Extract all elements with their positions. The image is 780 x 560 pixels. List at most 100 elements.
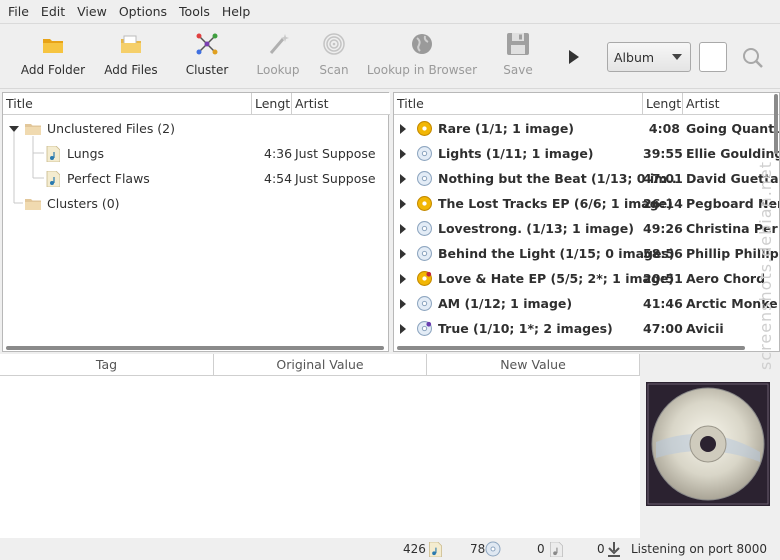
album-view-select-value: Album: [614, 49, 655, 65]
album-title: Rare (1/1; 1 image): [438, 121, 575, 136]
album-row[interactable]: Rare (1/1; 1 image) 4:08 Going Quantu: [394, 116, 779, 141]
album-row[interactable]: The Lost Tracks EP (6/6; 1 image) 26:14 Pe…: [394, 191, 779, 216]
tree-guides: [13, 132, 44, 204]
album-title: Behind the Light (1/15; 0 images): [438, 246, 675, 261]
search-input[interactable]: [699, 42, 727, 72]
add-folder-label: Add Folder: [20, 63, 86, 77]
album-cd-icon: [417, 146, 432, 161]
file-length: 4:54: [264, 171, 293, 186]
menu-tools[interactable]: Tools: [173, 4, 216, 19]
column-header-title[interactable]: Title: [3, 93, 252, 115]
album-row[interactable]: Nothing but the Beat (1/13; 0 im... 47:01…: [394, 166, 779, 191]
horizontal-scrollbar[interactable]: [397, 346, 745, 350]
album-row[interactable]: AM (1/12; 1 image) 41:46 Arctic Monke: [394, 291, 779, 316]
album-row[interactable]: Lights (1/11; 1 image) 39:55 Ellie Gouldin…: [394, 141, 779, 166]
lookup-button[interactable]: Lookup: [252, 31, 304, 85]
file-tree-pane: Title Lengt Artist Unclustered Files (2)…: [2, 92, 390, 352]
magic-wand-icon: [269, 34, 289, 54]
menu-view[interactable]: View: [71, 4, 113, 19]
file-artist: Just Suppose: [295, 171, 376, 186]
album-length: 4:08: [648, 121, 680, 136]
album-cd-icon: [417, 246, 432, 261]
watermark: screenshots.debian.net: [756, 160, 775, 370]
globe-icon: [412, 34, 432, 54]
tag-editor-table: Tag Original Value New Value: [0, 354, 640, 538]
search-icon[interactable]: [741, 46, 765, 70]
cover-art-image[interactable]: [646, 382, 770, 506]
horizontal-scrollbar[interactable]: [6, 346, 384, 350]
album-complete-icon: [417, 196, 432, 211]
lookup-label: Lookup: [256, 63, 300, 77]
album-complete-icon: [417, 121, 432, 136]
add-files-icon: [121, 35, 141, 53]
add-files-button[interactable]: Add Files: [100, 31, 162, 85]
album-title: Love & Hate EP (5/5; 2*; 1 image): [438, 271, 675, 286]
file-title: Perfect Flaws: [67, 171, 150, 186]
album-complete-modified-icon: [417, 271, 432, 286]
album-length: 47:01: [643, 171, 683, 186]
status-bar: 426 78 0 0 Listening on port 8000: [0, 538, 780, 560]
menu-help[interactable]: Help: [216, 4, 257, 19]
download-count: 0: [597, 542, 605, 556]
column-header-length[interactable]: Lengt: [643, 93, 683, 115]
add-folder-button[interactable]: Add Folder: [20, 31, 86, 85]
column-header-artist[interactable]: Artist: [683, 93, 779, 115]
album-length: 39:55: [643, 146, 683, 161]
column-header-length[interactable]: Lengt: [252, 93, 292, 115]
original-value-column-header[interactable]: Original Value: [214, 354, 427, 376]
column-header-title[interactable]: Title: [394, 93, 643, 115]
expander-closed-icon[interactable]: [400, 224, 406, 234]
fingerprint-icon: [323, 33, 345, 55]
album-cd-icon: [417, 221, 432, 236]
lookup-in-browser-button[interactable]: Lookup in Browser: [366, 31, 478, 85]
album-row[interactable]: Love & Hate EP (5/5; 2*; 1 image) 20:51 Ae…: [394, 266, 779, 291]
album-title: True (1/10; 1*; 2 images): [438, 321, 613, 336]
expander-closed-icon[interactable]: [400, 124, 406, 134]
album-cd-icon: [417, 296, 432, 311]
album-length: 49:26: [643, 221, 683, 236]
menu-options[interactable]: Options: [113, 4, 173, 19]
album-row[interactable]: True (1/10; 1*; 2 images) 47:00 Avicii: [394, 316, 779, 341]
album-title: Lovestrong. (1/13; 1 image): [438, 221, 634, 236]
vertical-scrollbar[interactable]: [774, 94, 778, 154]
album-row[interactable]: Behind the Light (1/15; 0 images) 58:56 Ph…: [394, 241, 779, 266]
album-length: 47:00: [643, 321, 683, 336]
pending-count: 0: [537, 542, 545, 556]
menu-file[interactable]: File: [2, 4, 35, 19]
file-count: 426: [403, 542, 426, 556]
expander-closed-icon[interactable]: [400, 249, 406, 259]
expander-closed-icon[interactable]: [400, 324, 406, 334]
save-icon: [507, 33, 529, 55]
chevron-down-icon: [672, 54, 682, 60]
new-value-column-header[interactable]: New Value: [427, 354, 640, 376]
album-artist: Aero Chord: [686, 271, 766, 286]
album-length: 20:51: [643, 271, 683, 286]
column-header-artist[interactable]: Artist: [292, 93, 390, 115]
play-icon[interactable]: [566, 48, 582, 66]
save-button[interactable]: Save: [500, 31, 536, 85]
expander-closed-icon[interactable]: [400, 149, 406, 159]
expander-closed-icon[interactable]: [400, 174, 406, 184]
lookup-in-browser-label: Lookup in Browser: [366, 63, 478, 77]
album-artist: Avicii: [686, 321, 724, 336]
audio-file-icon: [429, 542, 442, 557]
add-files-label: Add Files: [104, 63, 158, 77]
audio-file-gray-icon: [550, 542, 563, 557]
album-list-pane: Title Lengt Artist Rare (1/1; 1 image) 4:…: [393, 92, 780, 352]
scan-button[interactable]: Scan: [316, 31, 352, 85]
toolbar: Add Folder Add Files Cluster Lookup Scan…: [0, 25, 780, 89]
folder-icon: [43, 39, 63, 53]
album-length: 58:56: [643, 246, 683, 261]
tag-column-header[interactable]: Tag: [0, 354, 214, 376]
menu-edit[interactable]: Edit: [35, 4, 71, 19]
album-row[interactable]: Lovestrong. (1/13; 1 image) 49:26 Christin…: [394, 216, 779, 241]
expander-closed-icon[interactable]: [400, 299, 406, 309]
album-count: 78: [470, 542, 486, 556]
album-title: The Lost Tracks EP (6/6; 1 image): [438, 196, 673, 211]
expander-closed-icon[interactable]: [400, 199, 406, 209]
cluster-button[interactable]: Cluster: [180, 31, 234, 85]
album-length: 41:46: [643, 296, 683, 311]
album-view-select[interactable]: Album: [607, 42, 691, 72]
menu-bar: File Edit View Options Tools Help: [0, 0, 780, 24]
expander-closed-icon[interactable]: [400, 274, 406, 284]
